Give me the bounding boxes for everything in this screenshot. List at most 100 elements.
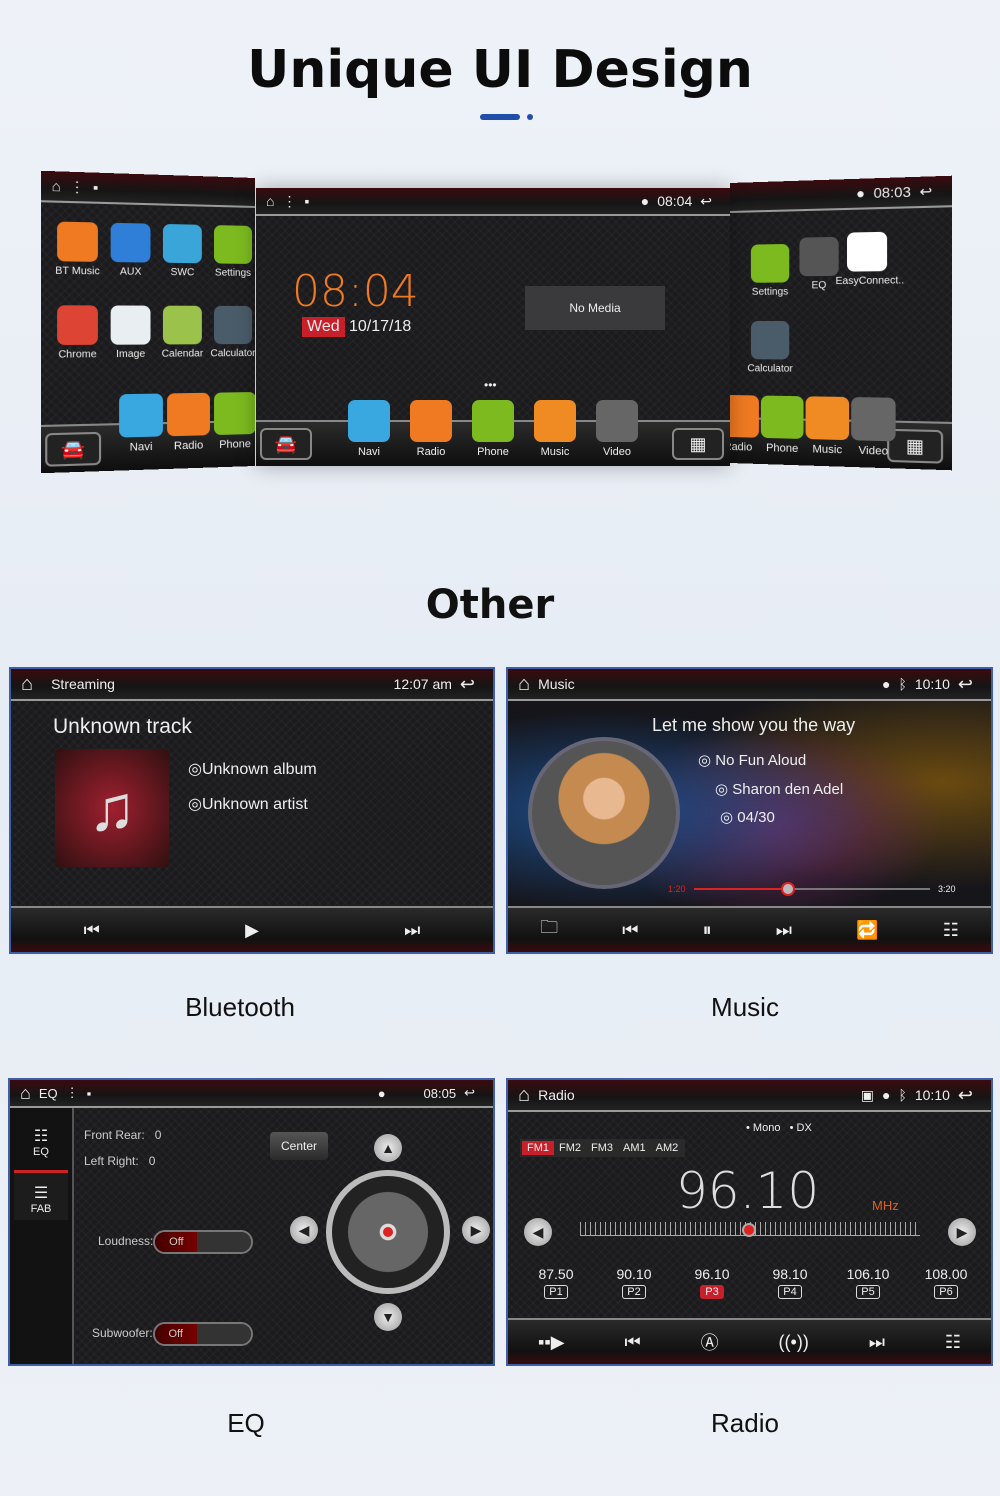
next-button[interactable]: ⏭ (776, 920, 792, 941)
back-icon[interactable]: ↩ (464, 1085, 475, 1101)
back-icon[interactable]: ↩ (920, 182, 933, 200)
band-fm3[interactable]: FM3 (586, 1141, 618, 1155)
pause-button[interactable]: ⏸ (703, 920, 712, 941)
app-label: EQ (811, 280, 827, 292)
app-label: Music (812, 443, 843, 457)
location-icon: ● (640, 193, 650, 209)
seek-down-button[interactable]: ◀ (524, 1218, 552, 1246)
apps-grid-button[interactable]: ▦ (672, 428, 724, 460)
preset-label: P2 (622, 1285, 646, 1299)
next-button[interactable]: ⏭ (404, 920, 420, 941)
home-icon[interactable]: ⌂ (21, 673, 33, 696)
balance-pad[interactable] (326, 1170, 450, 1294)
progress-knob[interactable] (781, 882, 796, 896)
right-arrow-button[interactable]: ▶ (462, 1216, 490, 1244)
previous-button[interactable]: ⏮ (622, 920, 638, 941)
steering-wheel-icon (162, 223, 202, 264)
source-button[interactable]: ▪▪▶ (538, 1332, 565, 1353)
up-arrow-button[interactable]: ▲ (374, 1134, 402, 1162)
app-navi[interactable]: Navi (341, 400, 397, 462)
caption-music: Music (711, 992, 779, 1022)
dx-indicator[interactable]: • DX (790, 1122, 812, 1134)
seek-up-button[interactable]: ▶ (948, 1218, 976, 1246)
app-calculator[interactable]: Calculator (203, 305, 255, 360)
home-icon[interactable]: ⌂ (266, 193, 274, 209)
tab-fab[interactable]: ☰ FAB (14, 1170, 68, 1220)
previous-button[interactable]: ⏮ (624, 1332, 640, 1353)
home-icon[interactable]: ⌂ (52, 177, 61, 194)
location-icon: ● (377, 1085, 386, 1101)
back-icon[interactable]: ↩ (700, 193, 712, 210)
home-icon[interactable]: ⌂ (518, 1084, 530, 1107)
preset-p3[interactable]: 96.10 P3 (682, 1266, 742, 1299)
artist-name: Unknown artist (201, 796, 308, 813)
car-button[interactable]: 🚘 (45, 431, 102, 467)
mono-indicator[interactable]: • Mono (746, 1122, 780, 1134)
back-icon[interactable]: ↩ (958, 1085, 973, 1106)
equalizer-button[interactable]: ☷ (943, 920, 959, 941)
app-video[interactable]: Video (589, 400, 645, 462)
status-time: 10:10 (914, 676, 950, 692)
preset-frequency: 106.10 (846, 1266, 890, 1282)
app-phone[interactable]: Phone (207, 391, 255, 464)
down-arrow-button[interactable]: ▼ (374, 1303, 402, 1331)
app-radio[interactable]: Radio (403, 400, 459, 462)
home-icon[interactable]: ⌂ (518, 673, 530, 696)
preset-p6[interactable]: 108.00 P6 (916, 1266, 976, 1299)
menu-icon[interactable]: ⋮ (66, 1085, 79, 1101)
image-icon: ▪ (93, 178, 99, 196)
album-icon: ◎ (188, 761, 202, 778)
preset-p1[interactable]: 87.50 P1 (526, 1266, 586, 1299)
app-label: Phone (219, 438, 251, 452)
center-button[interactable]: Center (270, 1132, 328, 1160)
app-video[interactable]: Video (844, 397, 903, 465)
back-icon[interactable]: ↩ (958, 674, 973, 695)
app-easyconnect-[interactable]: EasyConnect.. (836, 231, 904, 287)
repeat-button[interactable]: 🔁 (856, 920, 878, 941)
preset-p5[interactable]: 106.10 P5 (838, 1266, 898, 1299)
app-label: Settings (214, 267, 252, 279)
preset-p4[interactable]: 98.10 P4 (760, 1266, 820, 1299)
media-widget[interactable]: No Media (525, 286, 665, 330)
play-button[interactable]: ▶ (245, 920, 259, 941)
back-icon[interactable]: ↩ (460, 674, 475, 695)
app-label: Phone (766, 441, 799, 456)
app-label: Image (116, 348, 146, 361)
preset-frequency: 108.00 (924, 1266, 968, 1282)
app-calculator[interactable]: Calculator (740, 320, 801, 375)
equalizer-icon: ☷ (33, 1128, 49, 1145)
app-label: SWC (170, 266, 195, 279)
left-right-label: Left Right: (84, 1154, 139, 1168)
progress-slider[interactable] (694, 882, 930, 896)
next-button[interactable]: ⏭ (869, 1332, 885, 1353)
menu-icon[interactable]: ⋮ (282, 193, 296, 210)
car-button[interactable]: 🚘 (260, 428, 312, 460)
menu-icon[interactable]: ⋮ (69, 177, 84, 195)
band-am1[interactable]: AM1 (618, 1141, 651, 1155)
subwoofer-toggle[interactable]: Off (152, 1322, 253, 1346)
broadcast-button[interactable]: ((•)) (779, 1332, 809, 1353)
chrome-icon (57, 305, 98, 346)
previous-button[interactable]: ⏮ (84, 920, 100, 941)
preset-list: 87.50 P1 90.10 P2 96.10 P3 98.10 P4 106.10 P5 108.… (526, 1266, 976, 1299)
band-fm2[interactable]: FM2 (554, 1141, 586, 1155)
folder-button[interactable]: 🗀 (540, 915, 558, 945)
home-icon[interactable]: ⌂ (20, 1083, 31, 1104)
equalizer-button[interactable]: ☷ (945, 1332, 961, 1353)
app-settings[interactable]: Settings (203, 225, 255, 279)
tuning-knob[interactable] (742, 1223, 756, 1237)
title-dot (527, 114, 533, 120)
band-fm1[interactable]: FM1 (522, 1141, 554, 1155)
tab-eq[interactable]: ☷ EQ (10, 1108, 72, 1170)
page-title: Unique UI Design (247, 40, 753, 100)
image-icon (110, 305, 151, 345)
auto-search-button[interactable]: Ⓐ (701, 1329, 719, 1355)
preset-p2[interactable]: 90.10 P2 (604, 1266, 664, 1299)
band-am2[interactable]: AM2 (651, 1141, 684, 1155)
app-music[interactable]: Music (527, 400, 583, 462)
app-phone[interactable]: Phone (465, 400, 521, 462)
artist-icon: ◎ (188, 796, 202, 813)
app-icon (214, 391, 255, 436)
left-arrow-button[interactable]: ◀ (290, 1216, 318, 1244)
loudness-toggle[interactable]: Off (153, 1230, 254, 1254)
